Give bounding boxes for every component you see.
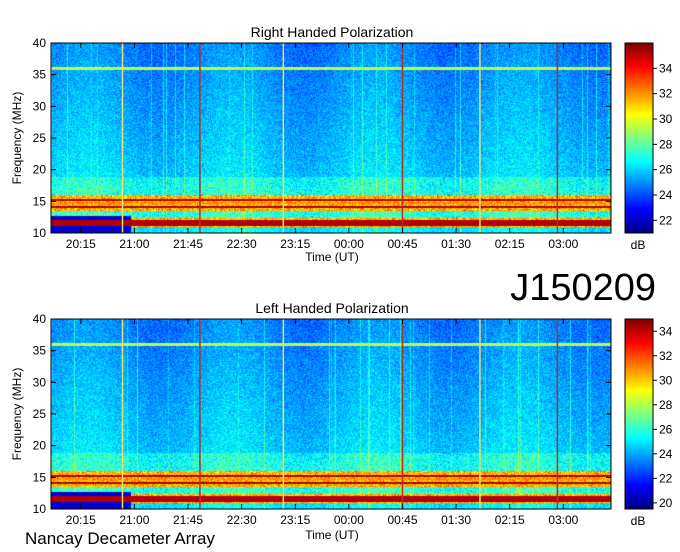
colorbar-tick-label: 26 bbox=[659, 163, 673, 177]
y-tick-label: 35 bbox=[33, 68, 47, 82]
x-tick-label: 00:00 bbox=[334, 237, 364, 251]
x-tick-label: 00:45 bbox=[387, 513, 417, 527]
colorbar-tick-label: 28 bbox=[659, 137, 673, 151]
right-colorbar-ticks: 22 24 26 28 30 32 34 bbox=[653, 61, 673, 227]
colorbar-tick-label: 34 bbox=[659, 324, 673, 338]
right-x-axis-label: Time (UT) bbox=[305, 250, 359, 264]
colorbar-tick-label: 32 bbox=[659, 349, 673, 363]
right-colorbar bbox=[624, 42, 654, 234]
x-tick-label: 23:15 bbox=[280, 513, 310, 527]
left-colorbar-label: dB bbox=[631, 514, 646, 528]
colorbar-tick-label: 30 bbox=[659, 112, 673, 126]
y-tick-label: 15 bbox=[33, 470, 47, 484]
x-tick-label: 21:00 bbox=[119, 237, 149, 251]
right-colorbar-label: dB bbox=[631, 238, 646, 252]
x-tick-label: 22:30 bbox=[227, 237, 257, 251]
figure: Right Handed Polarization 10 15 20 25 30 35 40… bbox=[10, 24, 673, 548]
x-tick-label: 21:45 bbox=[173, 513, 203, 527]
x-tick-label: 20:15 bbox=[66, 237, 96, 251]
y-tick-label: 30 bbox=[33, 375, 47, 389]
x-tick-label: 02:15 bbox=[495, 513, 525, 527]
x-tick-label: 20:15 bbox=[66, 513, 96, 527]
y-tick-label: 35 bbox=[33, 344, 47, 358]
colorbar-tick-label: 22 bbox=[659, 213, 673, 227]
colorbar-tick-label: 32 bbox=[659, 87, 673, 101]
y-tick-label: 40 bbox=[33, 36, 47, 50]
x-tick-label: 02:15 bbox=[495, 237, 525, 251]
x-tick-label: 03:00 bbox=[548, 237, 578, 251]
y-tick-label: 40 bbox=[33, 312, 47, 326]
left-y-axis-label: Frequency (MHz) bbox=[10, 368, 24, 461]
colorbar-tick-label: 22 bbox=[659, 471, 673, 485]
x-tick-label: 23:15 bbox=[280, 237, 310, 251]
colorbar-tick-label: 26 bbox=[659, 422, 673, 436]
y-tick-label: 25 bbox=[33, 131, 47, 145]
x-tick-label: 03:00 bbox=[548, 513, 578, 527]
left-colorbar-ticks: 20 22 24 26 28 30 32 34 bbox=[653, 324, 673, 510]
colorbar-tick-label: 30 bbox=[659, 373, 673, 387]
left-x-axis-label: Time (UT) bbox=[305, 528, 359, 542]
colorbar-tick-label: 34 bbox=[659, 61, 673, 75]
left-polarization-panel: Left Handed Polarization 10152025303540 … bbox=[10, 300, 673, 542]
y-tick-label: 20 bbox=[33, 163, 47, 177]
colorbar-tick-label: 28 bbox=[659, 398, 673, 412]
x-tick-label: 01:30 bbox=[441, 237, 471, 251]
y-tick-label: 15 bbox=[33, 194, 47, 208]
x-tick-label: 22:30 bbox=[227, 513, 257, 527]
left-colorbar bbox=[624, 318, 654, 510]
credit-text: Nancay Decameter Array bbox=[25, 529, 215, 548]
observation-id: J150209 bbox=[510, 267, 656, 309]
x-tick-label: 01:30 bbox=[441, 513, 471, 527]
left-spectrogram-image bbox=[51, 319, 611, 509]
left-panel-title: Left Handed Polarization bbox=[255, 300, 408, 316]
colorbar-tick-label: 24 bbox=[659, 188, 673, 202]
y-tick-label: 20 bbox=[33, 439, 47, 453]
right-y-axis-label: Frequency (MHz) bbox=[10, 92, 24, 185]
right-polarization-panel: Right Handed Polarization 10 15 20 25 30 35 40… bbox=[10, 24, 673, 264]
x-tick-label: 21:00 bbox=[119, 513, 149, 527]
colorbar-tick-label: 20 bbox=[659, 496, 673, 510]
x-tick-label: 00:45 bbox=[387, 237, 417, 251]
x-tick-label: 21:45 bbox=[173, 237, 203, 251]
y-tick-label: 30 bbox=[33, 99, 47, 113]
y-tick-label: 10 bbox=[33, 226, 47, 240]
y-tick-label: 10 bbox=[33, 502, 47, 516]
x-tick-label: 00:00 bbox=[334, 513, 364, 527]
y-tick-label: 25 bbox=[33, 407, 47, 421]
right-spectrogram-image bbox=[51, 43, 611, 233]
colorbar-tick-label: 24 bbox=[659, 447, 673, 461]
right-panel-title: Right Handed Polarization bbox=[251, 24, 414, 40]
